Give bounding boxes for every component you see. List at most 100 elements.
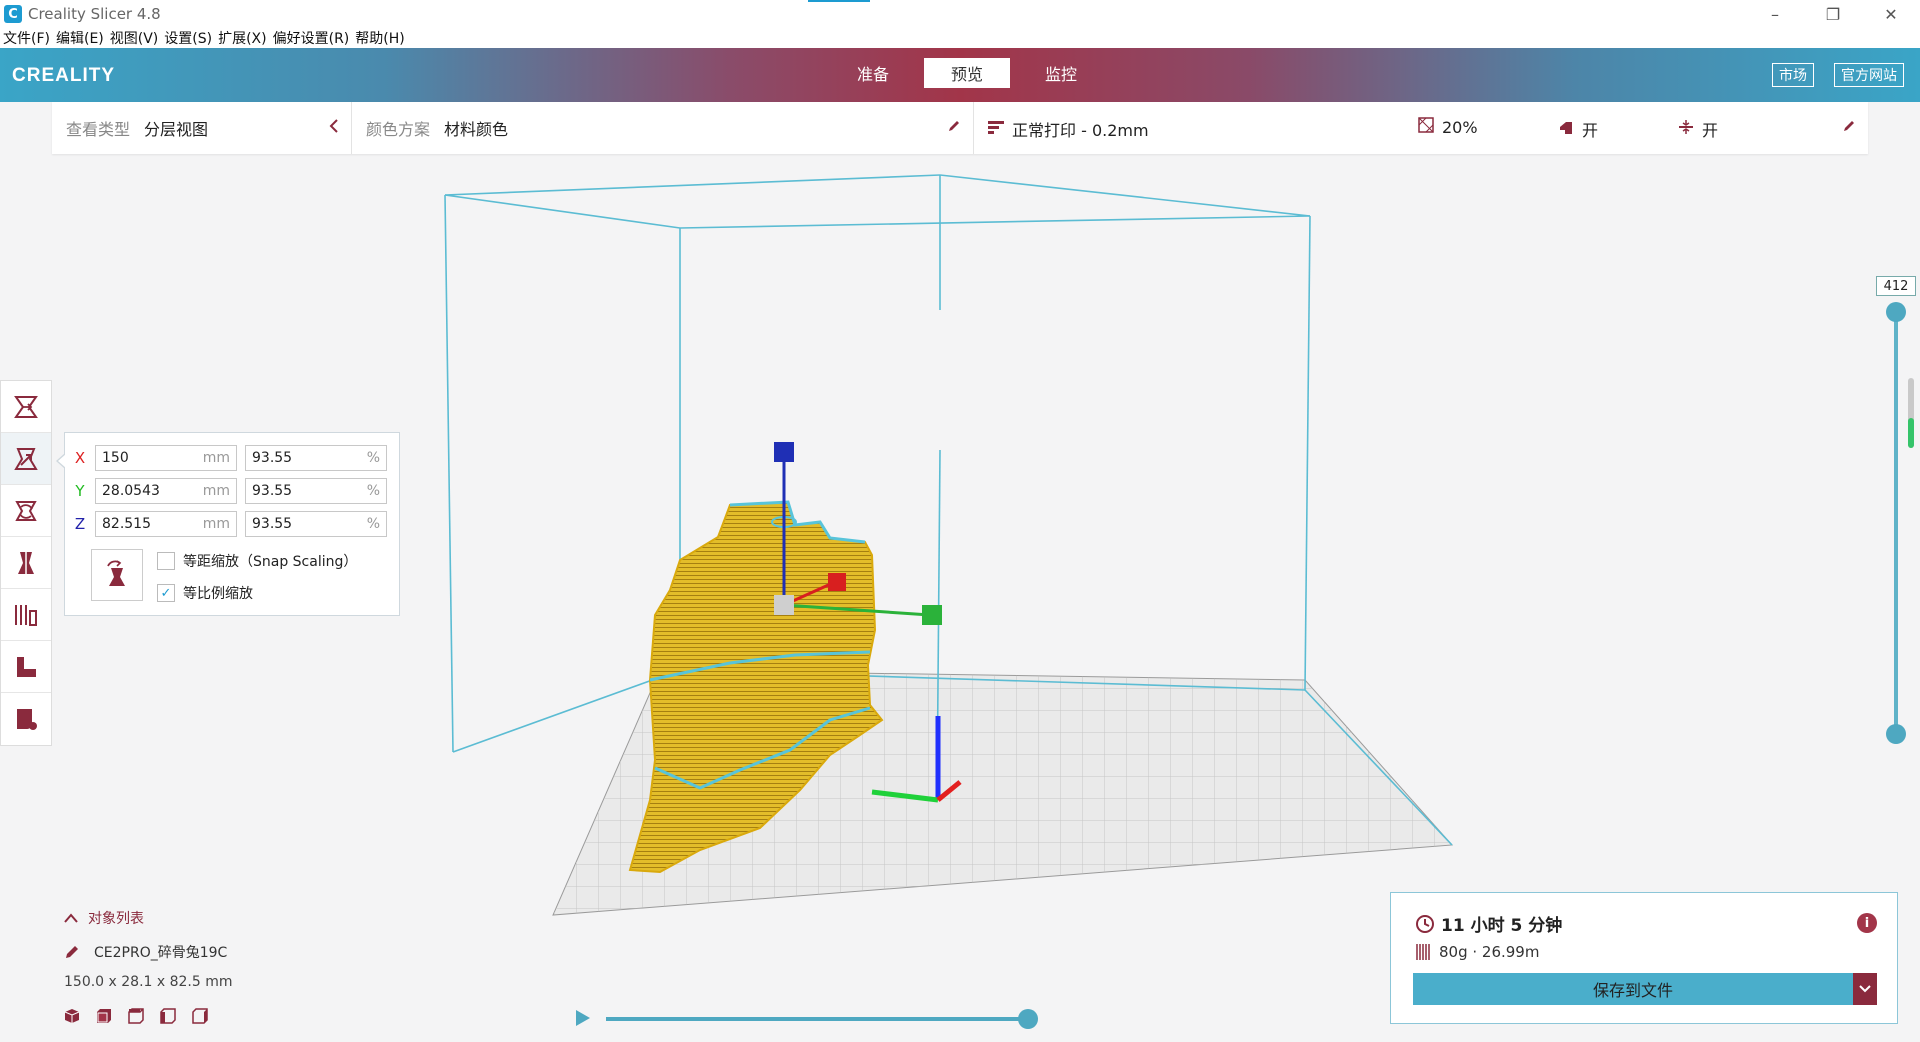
menu-settings[interactable]: 设置(S) [164,28,212,48]
view-left-icon[interactable] [160,1008,192,1028]
y-percent-input[interactable]: 93.55 % [245,478,387,504]
creality-logo: CREALITY [12,65,115,86]
z-percent-unit: % [366,516,380,532]
filament-icon [1416,944,1430,960]
path-slider-handle[interactable] [1018,1009,1038,1029]
view-type-value: 分层视图 [144,120,209,139]
support-blocker-button[interactable] [1,641,51,693]
y-percent-unit: % [366,483,380,499]
print-time-value: 11 小时 5 分钟 [1441,916,1563,936]
color-scheme-selector[interactable]: 颜色方案 材料颜色 [352,102,974,154]
z-axis-label: Z [74,515,86,533]
title-bar: C Creality Slicer 4.8 – ❐ ✕ [0,0,1920,28]
z-size-input[interactable]: 82.515 mm [95,511,237,537]
view-3d-icon[interactable] [64,1008,96,1028]
per-model-settings-button[interactable] [1,589,51,641]
title-indicator [808,0,870,2]
print-estimate-panel: 11 小时 5 分钟 i 80g · 26.99m 保存到文件 [1390,892,1898,1024]
save-to-file-button[interactable]: 保存到文件 [1413,973,1853,1005]
layer-slider-top-handle[interactable] [1886,302,1906,322]
reset-scale-button[interactable] [91,549,143,601]
x-percent-input[interactable]: 93.55 % [245,445,387,471]
adhesion-icon [1678,119,1694,139]
infill-icon [1418,117,1434,137]
print-settings-summary[interactable]: 正常打印 - 0.2mm 20% 开 开 [974,102,1868,154]
snap-scaling-label: 等距缩放（Snap Scaling） [183,554,358,570]
website-button[interactable]: 官方网站 [1834,63,1904,87]
uniform-scaling-checkbox[interactable]: ✓ [157,584,175,602]
tab-prepare[interactable]: 准备 [830,58,916,88]
camera-view-buttons [64,1008,233,1028]
menu-help[interactable]: 帮助(H) [355,28,404,48]
view-right-icon[interactable] [192,1008,224,1028]
y-size-input[interactable]: 28.0543 mm [95,478,237,504]
scale-row-x: X 150 mm 93.55 % [65,445,395,471]
tab-preview[interactable]: 预览 [924,58,1010,88]
menu-preferences[interactable]: 偏好设置(R) [273,28,350,48]
x-percent-value: 93.55 [252,450,293,466]
color-scheme-label: 颜色方案 [366,120,431,139]
z-size-unit: mm [202,516,230,532]
menu-edit[interactable]: 编辑(E) [56,28,104,48]
y-size-unit: mm [202,483,230,499]
marketplace-button[interactable]: 市场 [1772,63,1814,87]
x-size-input[interactable]: 150 mm [95,445,237,471]
z-percent-input[interactable]: 93.55 % [245,511,387,537]
snap-scaling-option[interactable]: 等距缩放（Snap Scaling） [157,551,357,571]
mirror-tool-button[interactable] [1,537,51,589]
infill-value: 20% [1442,117,1478,137]
material-usage: 80g · 26.99m [1415,943,1539,961]
creality-app-icon: C [4,5,22,23]
chevron-down-icon [1859,985,1871,993]
play-simulation-button[interactable] [576,1010,590,1026]
reset-scale-icon [107,560,125,586]
z-size-value: 82.515 [102,516,151,532]
view-type-label: 查看类型 [66,120,131,139]
move-tool-button[interactable] [1,381,51,433]
chevron-left-icon[interactable] [329,119,339,137]
material-usage-value: 80g · 26.99m [1439,943,1540,961]
menu-view[interactable]: 视图(V) [110,28,159,48]
pencil-icon[interactable] [1842,119,1856,137]
support-blocker-icon [17,656,36,677]
pencil-icon[interactable] [947,119,961,137]
output-device-dropdown[interactable] [1853,973,1877,1005]
infill-item: 20% [1418,117,1478,137]
move-icon [14,395,38,418]
layer-slider-track[interactable] [1894,312,1898,734]
adhesion-item: 开 [1678,117,1718,141]
path-slider-track[interactable] [606,1017,1030,1021]
object-list-toggle[interactable]: 对象列表 [64,908,233,928]
close-button[interactable]: ✕ [1862,0,1920,28]
per-model-settings-icon [15,604,37,626]
info-icon[interactable]: i [1857,913,1877,933]
object-list-panel: 对象列表 CE2PRO_碎骨兔19C 150.0 x 28.1 x 82.5 m… [64,908,233,1028]
scale-row-y: Y 28.0543 mm 93.55 % [65,478,395,504]
object-list-item[interactable]: CE2PRO_碎骨兔19C [64,942,233,962]
minimize-button[interactable]: – [1746,0,1804,28]
custom-support-button[interactable] [1,693,51,745]
uniform-scaling-option[interactable]: ✓ 等比例缩放 [157,583,253,603]
current-layer-badge[interactable]: 412 [1876,276,1916,296]
chevron-up-icon [64,913,78,923]
preview-toolbar: 查看类型 分层视图 颜色方案 材料颜色 正常打印 - 0.2mm 20% 开 开 [52,102,1868,154]
snap-scaling-checkbox[interactable] [157,552,175,570]
view-front-icon[interactable] [96,1008,128,1028]
tab-monitor[interactable]: 监控 [1018,58,1104,88]
menu-bar: 文件(F) 编辑(E) 视图(V) 设置(S) 扩展(X) 偏好设置(R) 帮助… [0,28,1920,48]
x-percent-unit: % [366,450,380,466]
rotate-tool-button[interactable] [1,485,51,537]
mirror-icon [18,551,34,574]
y-axis-label: Y [75,482,85,500]
layer-slider-bottom-handle[interactable] [1886,724,1906,744]
menu-file[interactable]: 文件(F) [3,28,50,48]
scale-tool-button[interactable] [1,433,51,485]
restore-button[interactable]: ❐ [1804,0,1862,28]
print-time: 11 小时 5 分钟 [1415,911,1562,936]
view-top-icon[interactable] [128,1008,160,1028]
support-item: 开 [1558,117,1598,141]
menu-extensions[interactable]: 扩展(X) [218,28,267,48]
layer-scrollbar-indicator [1908,418,1914,448]
view-type-selector[interactable]: 查看类型 分层视图 [52,102,352,154]
profile-value: 正常打印 - 0.2mm [1012,121,1149,140]
